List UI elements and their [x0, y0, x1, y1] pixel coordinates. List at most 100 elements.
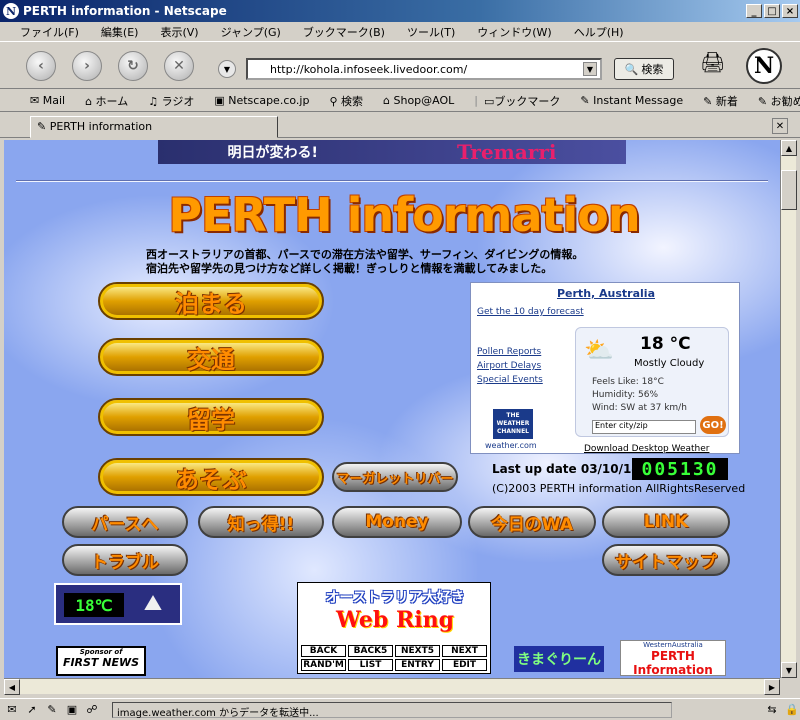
bookmark-im[interactable]: ✎ Instant Message [580, 94, 693, 107]
webring-title[interactable]: オーストラリア大好き [298, 587, 492, 607]
link-button[interactable]: LINK [602, 506, 730, 538]
webring-subtitle[interactable]: Web Ring [298, 607, 492, 633]
bookmark-mail[interactable]: ✉ Mail [30, 94, 75, 107]
scroll-down-icon[interactable]: ▼ [781, 662, 797, 678]
bookmark-label: ホーム [95, 94, 129, 108]
network-icon[interactable]: ☍ [84, 702, 100, 718]
netscape-app-icon[interactable]: N [3, 3, 19, 19]
bookmark-home[interactable]: ⌂ ホーム [85, 93, 138, 109]
close-button[interactable]: × [782, 4, 798, 18]
city-zip-input[interactable]: Enter city/zip [592, 420, 696, 434]
webring-back[interactable]: BACK [301, 645, 346, 657]
airport-delays-link[interactable]: Airport Delays [477, 359, 543, 373]
lock-icon[interactable]: 🔒 [784, 702, 800, 718]
money-button[interactable]: Money [332, 506, 462, 538]
bookmark-search[interactable]: ⚲ 検索 [329, 93, 373, 109]
webring-edit[interactable]: EDIT [442, 659, 487, 671]
mail-icon[interactable]: ✉ [4, 702, 20, 718]
stay-button[interactable]: 泊まる [98, 282, 324, 320]
vertical-scrollbar[interactable]: ▲ ▼ [780, 140, 797, 678]
close-tab-icon[interactable]: ✕ [772, 118, 788, 134]
transport-button[interactable]: 交通 [98, 338, 324, 376]
bookmark-recommend[interactable]: ✎ お勧め [758, 93, 800, 109]
wa-perth-banner[interactable]: WesternAustralia PERTH Information [620, 640, 726, 677]
sponsor-badge[interactable]: Sponsor of FIRST NEWS [56, 646, 146, 676]
back-button[interactable]: ‹ [26, 50, 56, 81]
scroll-thumb[interactable] [781, 170, 797, 210]
ten-day-forecast-link[interactable]: Get the 10 day forecast [477, 307, 584, 317]
menu-bookmarks[interactable]: ブックマーク(B) [289, 24, 393, 40]
search-button[interactable]: 🔍 検索 [614, 58, 674, 80]
weather-widget: Perth, Australia Get the 10 day forecast… [470, 282, 740, 454]
menu-help[interactable]: ヘルプ(H) [560, 24, 632, 40]
bookmarks-toolbar: ✉ Mail ⌂ ホーム ♫ ラジオ ▣ Netscape.co.jp ⚲ 検索… [0, 90, 800, 112]
reload-button[interactable]: ↻ [118, 50, 148, 81]
status-bar: ✉ ➚ ✎ ▣ ☍ image.weather.com からデータを転送中...… [0, 698, 800, 720]
menu-edit[interactable]: 編集(E) [87, 24, 147, 40]
bookmark-shop[interactable]: ⌂ Shop@AOL [383, 94, 464, 107]
weather-channel-logo[interactable]: THE WEATHER CHANNEL [493, 409, 533, 439]
webring-entry[interactable]: ENTRY [395, 659, 440, 671]
kimagure-banner[interactable]: きまぐりーん [514, 646, 604, 672]
humidity: Humidity: 56% [592, 390, 659, 400]
study-button[interactable]: 留学 [98, 398, 324, 436]
play-button[interactable]: あそぶ [98, 458, 324, 496]
bookmark-label: お勧め [770, 94, 800, 108]
menu-view[interactable]: 表示(V) [146, 24, 206, 40]
forward-button[interactable]: › [72, 50, 102, 81]
sitemap-button[interactable]: サイトマップ [602, 544, 730, 576]
banner-text: 明日が変わる! [227, 145, 318, 161]
scroll-right-icon[interactable]: ▶ [764, 679, 780, 695]
scroll-up-icon[interactable]: ▲ [781, 140, 797, 156]
menu-tools[interactable]: ツール(T) [393, 24, 463, 40]
tips-button[interactable]: 知っ得!! [198, 506, 324, 538]
today-wa-button[interactable]: 今日のWA [468, 506, 596, 538]
pollen-reports-link[interactable]: Pollen Reports [477, 345, 543, 359]
bookmark-radio[interactable]: ♫ ラジオ [148, 93, 204, 109]
webring-next[interactable]: NEXT [442, 645, 487, 657]
bookmark-label: Netscape.co.jp [228, 94, 310, 107]
wind: Wind: SW at 37 km/h [592, 403, 687, 413]
bookmark-netscape[interactable]: ▣ Netscape.co.jp [214, 94, 319, 107]
print-icon[interactable]: 🖨 [700, 50, 726, 78]
to-perth-button[interactable]: パースへ [62, 506, 188, 538]
special-events-link[interactable]: Special Events [477, 373, 543, 387]
trouble-button[interactable]: トラブル [62, 544, 188, 576]
download-weather-link[interactable]: Download Desktop Weather [584, 444, 709, 454]
bookmark-new[interactable]: ✎ 新着 [703, 93, 748, 109]
divider [16, 180, 768, 182]
webring-random[interactable]: RAND'M [301, 659, 346, 671]
site-logo: PERTH information [168, 188, 640, 242]
weather-condition: Mostly Cloudy [634, 358, 705, 369]
weather-city-link[interactable]: Perth, Australia [471, 287, 741, 300]
nav-icon[interactable]: ➚ [24, 702, 40, 718]
weather-thermometer-badge[interactable]: 18℃ ⛰ [54, 583, 182, 625]
weather-go-button[interactable]: GO! [700, 416, 726, 434]
webring-banner: オーストラリア大好き Web Ring BACK BACK5 NEXT5 NEX… [297, 582, 491, 674]
partly-cloudy-icon: ⛅ [584, 336, 614, 364]
menu-go[interactable]: ジャンプ(G) [207, 24, 289, 40]
wa-perth-line1: WesternAustralia [643, 641, 703, 649]
url-dropdown-icon[interactable]: ▼ [583, 62, 597, 76]
webring-next5[interactable]: NEXT5 [395, 645, 440, 657]
scroll-left-icon[interactable]: ◀ [4, 679, 20, 695]
addressbook-icon[interactable]: ▣ [64, 702, 80, 718]
url-history-dropdown[interactable]: ▼ [218, 60, 236, 78]
description-line: 西オーストラリアの首都、パースでの滞在方法や留学、サーフィン、ダイビングの情報。 [146, 248, 584, 261]
bookmark-folder[interactable]: ▭ブックマーク [484, 93, 570, 109]
tab-perth[interactable]: ✎ PERTH information [30, 116, 278, 138]
menu-file[interactable]: ファイル(F) [6, 24, 87, 40]
menu-bar: ファイル(F) 編集(E) 表示(V) ジャンプ(G) ブックマーク(B) ツー… [0, 22, 800, 42]
margaret-river-button[interactable]: マーガレットリバー [332, 462, 458, 492]
minimize-button[interactable]: _ [746, 4, 762, 18]
menu-window[interactable]: ウィンドウ(W) [463, 24, 559, 40]
stop-button[interactable]: ✕ [164, 50, 194, 81]
maximize-button[interactable]: □ [764, 4, 780, 18]
composer-icon[interactable]: ✎ [44, 702, 60, 718]
ad-banner[interactable]: 明日が変わる! Tremarri [158, 140, 626, 164]
horizontal-scrollbar[interactable]: ◀ ▶ [4, 678, 780, 695]
webring-back5[interactable]: BACK5 [348, 645, 393, 657]
webring-list[interactable]: LIST [348, 659, 393, 671]
url-bar[interactable]: http://kohola.infoseek.livedoor.com/ ▼ [246, 58, 602, 80]
netscape-logo[interactable]: N [746, 48, 782, 84]
